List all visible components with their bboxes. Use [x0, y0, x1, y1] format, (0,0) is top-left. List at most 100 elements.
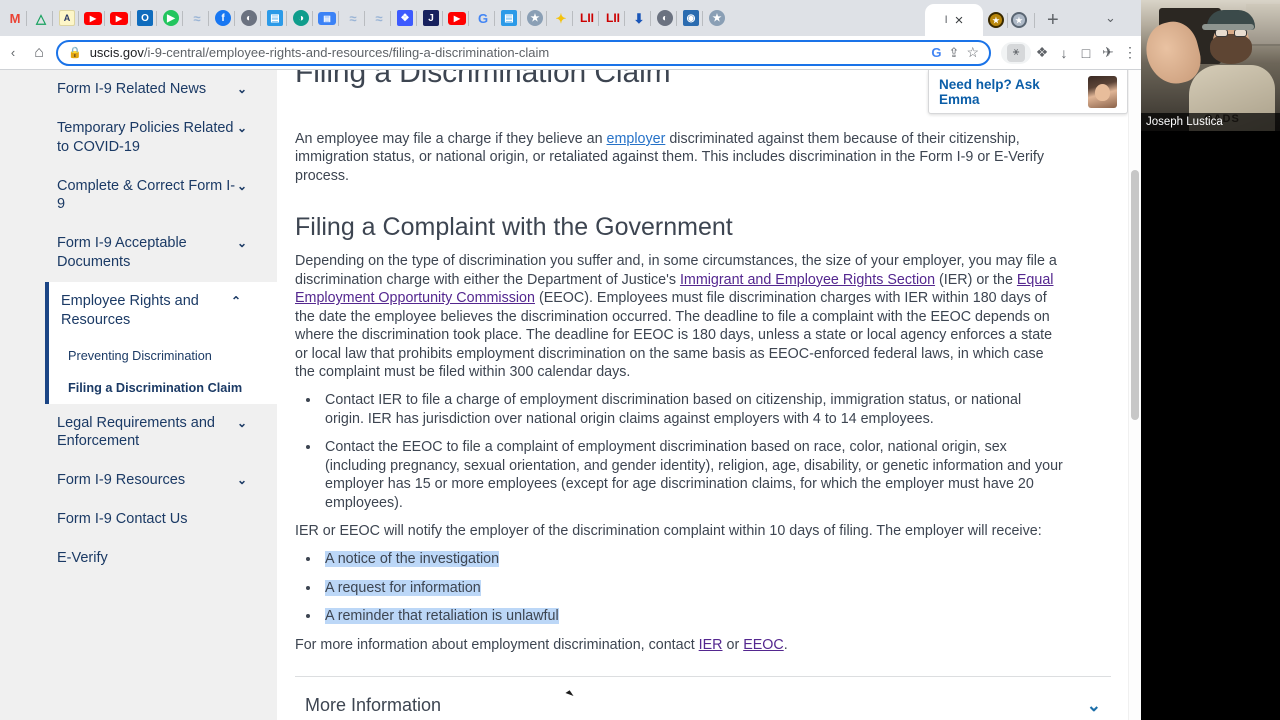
extensions-puzzle-icon[interactable]: ❖: [1031, 42, 1053, 64]
intro-text-1: An employee may file a charge if they be…: [295, 131, 607, 147]
bookmark-id-badge-blue-2-icon[interactable]: ▤: [494, 5, 522, 31]
new-tab-button[interactable]: +: [1039, 10, 1067, 30]
sidebar-item-label: Complete & Correct Form I-9: [57, 177, 236, 213]
chevron-down-icon[interactable]: ⌄: [237, 121, 247, 137]
chevron-down-icon[interactable]: ⌄: [237, 236, 247, 252]
tab-active[interactable]: I ×: [925, 4, 983, 36]
sidebar-item-label: E-Verify: [57, 549, 108, 566]
selected-text: A notice of the investigation: [325, 551, 500, 568]
webcam-glasses-icon: [1214, 29, 1248, 37]
bookmark-outlook-icon[interactable]: O: [130, 5, 158, 31]
section-heading-filing-complaint: Filing a Complaint with the Government: [295, 213, 733, 242]
selected-text: A request for information: [325, 579, 481, 596]
browser-tabstrip: M △ A ▶ ▶ O ▶ ≈ f ◐ ▤ ◑ ▤ ≈ ≈ ❖ J ▶ G ▤ ★ ✦ LII LII ⬇ ◐ ◉ ★ I × ★ ★…: [0, 0, 1141, 36]
sidebar-item-e-verify[interactable]: E-Verify: [0, 539, 277, 578]
page-viewport: Form I-9 Related News ⌄ Temporary Policies…: [0, 70, 1141, 720]
bookmark-layers-1-icon[interactable]: ≈: [182, 5, 210, 31]
chevron-down-icon[interactable]: ⌄: [237, 179, 247, 195]
page-scrollbar-thumb[interactable]: [1131, 170, 1139, 420]
bookmark-layers-2-icon[interactable]: ≈: [338, 5, 366, 31]
more-information-label: More Information: [305, 695, 442, 716]
sidebar-item-label: Form I-9 Related News: [57, 81, 207, 97]
sidebar-item-form-i-9-related-news[interactable]: Form I-9 Related News ⌄: [0, 70, 277, 109]
tab-seal-grey-icon[interactable]: ★: [1008, 9, 1030, 31]
chevron-down-icon[interactable]: ⌄: [237, 416, 247, 432]
list-item: Contact IER to file a charge of employme…: [321, 391, 1064, 428]
page-scrollbar[interactable]: [1128, 70, 1141, 720]
bookmark-download-blue-icon[interactable]: ⬇: [624, 5, 652, 31]
sidebar-item-preventing-discrimination[interactable]: Preventing Discrimination: [49, 340, 277, 372]
lock-icon: 🔒: [68, 47, 82, 59]
selected-text: A reminder that retaliation is unlawful: [325, 608, 559, 625]
address-bar[interactable]: 🔒 uscis.gov/i-9-central/employee-rights-…: [56, 39, 991, 66]
eeoc-link-2[interactable]: EEOC: [743, 637, 784, 653]
sidebar-item-temporary-policies-related-to-covid-19[interactable]: Temporary Policies Related to COVID-19 ⌄: [0, 109, 277, 167]
sidebar-item-form-i-9-resources[interactable]: Form I-9 Resources ⌄: [0, 461, 277, 500]
bookmark-youtube-2-icon[interactable]: ▶: [104, 5, 132, 31]
bookmark-uscis-seal-2-icon[interactable]: ★: [702, 5, 730, 31]
ask-emma-label: Need help? Ask Emma: [939, 76, 1040, 107]
bookmark-google-search-icon[interactable]: G: [468, 5, 496, 31]
chrome-menu-icon[interactable]: ⋮: [1119, 42, 1141, 64]
bookmark-uscis-seal-1-icon[interactable]: ★: [520, 5, 548, 31]
bookmark-star-yellow-icon[interactable]: ✦: [546, 5, 574, 31]
chevron-down-icon[interactable]: ⌄: [237, 473, 247, 489]
tab-favicon: I: [944, 14, 948, 26]
ask-emma-widget[interactable]: Need help? Ask Emma: [928, 70, 1128, 114]
url-domain: uscis.gov: [89, 45, 144, 60]
profile-avatar-icon[interactable]: ✈: [1097, 42, 1119, 64]
sidebar-item-employee-rights-and-resources[interactable]: Employee Rights and Resources ⌃: [49, 282, 277, 340]
bookmark-dropbox-icon[interactable]: ❖: [390, 5, 418, 31]
tab-seal-gold-icon[interactable]: ★: [985, 9, 1007, 31]
employer-link[interactable]: employer: [607, 131, 666, 147]
bookmark-facebook-icon[interactable]: f: [208, 5, 236, 31]
bookmark-gmail-icon[interactable]: M: [2, 5, 28, 31]
downloads-icon[interactable]: ↓: [1053, 42, 1075, 64]
bookmark-youtube-1-icon[interactable]: ▶: [78, 5, 106, 31]
tab-list-chevron-icon[interactable]: ⌄: [1105, 10, 1116, 26]
back-button[interactable]: ‹: [0, 40, 26, 66]
list-item: Contact the EEOC to file a complaint of …: [321, 438, 1064, 512]
chevron-down-icon[interactable]: ⌄: [237, 82, 247, 98]
bookmark-a-l-note-icon[interactable]: A: [52, 5, 80, 31]
bookmark-globe-grey-icon[interactable]: ◐: [234, 5, 262, 31]
bookmark-lii-2-icon[interactable]: LII: [598, 5, 626, 31]
sidebar-item-filing-a-discrimination-claim[interactable]: Filing a Discrimination Claim: [49, 372, 277, 404]
google-lens-icon[interactable]: G: [931, 45, 941, 60]
sidebar-item-form-i-9-acceptable-documents[interactable]: Form I-9 Acceptable Documents ⌄: [0, 224, 277, 282]
sidebar-item-complete-correct-form-i-9[interactable]: Complete & Correct Form I-9 ⌄: [0, 167, 277, 225]
extension-pill[interactable]: ⚹: [1001, 41, 1031, 64]
browser-window: M △ A ▶ ▶ O ▶ ≈ f ◐ ▤ ◑ ▤ ≈ ≈ ❖ J ▶ G ▤ ★ ✦ LII LII ⬇ ◐ ◉ ★ I × ★ ★…: [0, 0, 1141, 720]
bookmark-play-green-icon[interactable]: ▶: [156, 5, 184, 31]
closing-text-2: or: [722, 636, 744, 653]
bookmark-globe-grey-2-icon[interactable]: ◐: [650, 5, 678, 31]
sidebar-item-label: Temporary Policies Related to COVID-19: [57, 119, 234, 155]
ier-section-link[interactable]: Immigrant and Employee Rights Section: [680, 272, 935, 288]
sidebar-item-legal-requirements-and-enforcement[interactable]: Legal Requirements and Enforcement ⌄: [0, 404, 277, 462]
share-icon[interactable]: ⇪: [949, 45, 960, 61]
bookmark-seal-blue-icon[interactable]: ◉: [676, 5, 704, 31]
bookmark-star-icon[interactable]: ☆: [966, 44, 979, 61]
more-information-accordion[interactable]: More Information ⌄: [295, 676, 1111, 716]
bookmark-layers-3-icon[interactable]: ≈: [364, 5, 392, 31]
chevron-up-icon[interactable]: ⌃: [231, 294, 241, 310]
bookmark-lii-1-icon[interactable]: LII: [572, 5, 600, 31]
bookmarks-bar[interactable]: M △ A ▶ ▶ O ▶ ≈ f ◐ ▤ ◑ ▤ ≈ ≈ ❖ J ▶ G ▤ ★ ✦ LII LII ⬇ ◐ ◉ ★: [0, 0, 730, 36]
side-panel-icon[interactable]: □: [1075, 42, 1097, 64]
sidebar-item-label: Form I-9 Acceptable Documents: [57, 235, 187, 271]
chevron-down-icon[interactable]: ⌄: [1087, 696, 1101, 716]
bookmark-document-blue-icon[interactable]: ▤: [312, 5, 340, 31]
bookmark-j-app-icon[interactable]: J: [416, 5, 444, 31]
bookmark-youtube-3-icon[interactable]: ▶: [442, 5, 470, 31]
sidebar-item-form-i-9-contact-us[interactable]: Form I-9 Contact Us: [0, 500, 277, 539]
tab-close-icon[interactable]: ×: [955, 12, 964, 29]
ier-link[interactable]: IER: [699, 637, 723, 653]
bookmark-id-badge-blue-icon[interactable]: ▤: [260, 5, 288, 31]
accessibility-extension-icon[interactable]: ⚹: [1007, 43, 1025, 62]
bookmark-globe-teal-icon[interactable]: ◑: [286, 5, 314, 31]
notify-paragraph: IER or EEOC will notify the employer of …: [295, 523, 1042, 539]
sidebar-item-label: Employee Rights and Resources: [61, 292, 199, 328]
bookmark-google-drive-icon[interactable]: △: [26, 5, 54, 31]
home-button[interactable]: ⌂: [26, 40, 52, 66]
page-content: Filing a Discrimination Claim An employe…: [277, 70, 1129, 720]
